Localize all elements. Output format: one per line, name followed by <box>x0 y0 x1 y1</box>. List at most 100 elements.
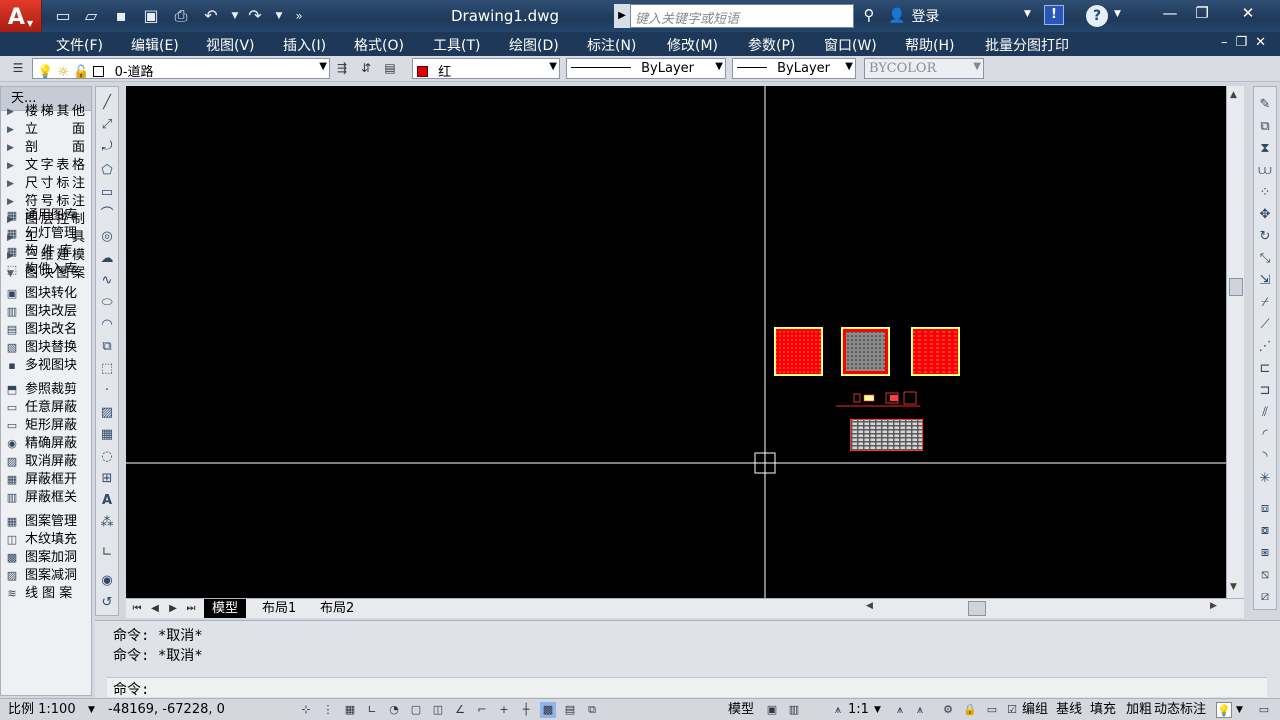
arc-icon[interactable]: ⌒ <box>99 207 115 223</box>
menu-parametric[interactable]: 参数(P) <box>748 35 795 55</box>
extend-icon[interactable]: ⟋ <box>1257 317 1273 333</box>
insert-block-icon[interactable]: ⧉ <box>99 339 115 355</box>
scroll-up-icon[interactable]: ▲ <box>1230 90 1237 100</box>
palette-category[interactable]: ▶ 立 面 <box>1 121 91 139</box>
rotate-icon[interactable]: ↻ <box>1257 229 1273 245</box>
app-menu-button[interactable]: A ▼ <box>0 0 42 34</box>
menu-file[interactable]: 文件(F) <box>56 35 103 55</box>
mirror-icon[interactable]: ⧗ <box>1257 141 1273 157</box>
quick-props-icon[interactable]: ▤ <box>562 702 578 718</box>
rectangle-icon[interactable]: ▭ <box>99 185 115 201</box>
quick-view-layouts-icon[interactable]: ▣ <box>764 702 780 718</box>
scroll-right-icon[interactable]: ▶ <box>1210 601 1217 611</box>
undo-icon[interactable]: ↶ <box>198 5 224 27</box>
menu-format[interactable]: 格式(O) <box>354 35 404 55</box>
ucs-icon[interactable]: ∟ <box>99 545 115 561</box>
menu-help[interactable]: 帮助(H) <box>905 35 954 55</box>
explode-icon[interactable]: ✳ <box>1257 471 1273 487</box>
plotstyle-combo[interactable]: BYCOLOR ▼ <box>864 58 984 79</box>
red-dashed-block[interactable] <box>913 329 958 374</box>
layer-previous-icon[interactable]: ⇵ <box>358 60 374 76</box>
dyn-icon[interactable]: + <box>496 702 512 718</box>
menu-batch-print[interactable]: 批量分图打印 <box>985 35 1069 55</box>
text-front-icon[interactable]: ⧄ <box>1257 589 1273 605</box>
palette-tool[interactable]: ≋ 线 图 案 <box>1 585 91 603</box>
search-input[interactable]: 键入关键字或短语 <box>630 4 854 28</box>
palette-tool[interactable]: ▦ 通用图库 <box>1 207 91 225</box>
draw-order-front-icon[interactable]: ⧈ <box>1257 501 1273 517</box>
erase-icon[interactable]: ✎ <box>1257 97 1273 113</box>
close-icon[interactable]: ✕ <box>1234 2 1262 24</box>
autoscale-icon[interactable]: ⩚ <box>912 702 928 718</box>
horizontal-scroll-thumb[interactable] <box>968 601 986 616</box>
menu-insert[interactable]: 插入(I) <box>283 35 326 55</box>
last-tab-icon[interactable]: ⏭ <box>184 601 198 616</box>
palette-tool[interactable]: ▭ 任意屏蔽 <box>1 399 91 417</box>
fillet-icon[interactable]: ◜ <box>1257 427 1273 443</box>
status-toggle-4[interactable]: 动态标注 <box>1154 701 1206 719</box>
ortho-icon[interactable]: ∟ <box>364 702 380 718</box>
status-toggle-0[interactable]: 编组 <box>1022 701 1048 719</box>
offset-icon[interactable]: ⩊ <box>1257 163 1273 179</box>
multiline-text-icon[interactable]: A <box>99 493 115 509</box>
break-at-point-icon[interactable]: ⋰ <box>1257 339 1273 355</box>
command-input[interactable]: 命令: <box>107 677 1267 698</box>
more-commands-icon[interactable]: » <box>286 5 312 27</box>
array-icon[interactable]: ⁘ <box>1257 185 1273 201</box>
status-toggle-1[interactable]: 基线 <box>1056 701 1082 719</box>
polar-icon[interactable]: ◔ <box>386 702 402 718</box>
toolbar-lock-icon[interactable]: 🔒 <box>962 702 978 718</box>
gradient-icon[interactable]: ▦ <box>99 427 115 443</box>
next-tab-icon[interactable]: ▶ <box>166 601 180 616</box>
workspace-gear-icon[interactable]: ⚙ <box>940 702 956 718</box>
open-file-icon[interactable]: ▱ <box>78 5 104 27</box>
palette-tool[interactable]: ▥ 屏蔽框关 <box>1 489 91 507</box>
make-block-icon[interactable]: ⬚ <box>99 361 115 377</box>
restore-icon[interactable]: ❐ <box>1188 2 1216 24</box>
menu-view[interactable]: 视图(V) <box>206 35 255 55</box>
palette-tool[interactable]: ▪ 多视图块 <box>1 357 91 375</box>
tab-model[interactable]: 模型 <box>204 599 247 618</box>
draw-order-back-icon[interactable]: ⧇ <box>1257 523 1273 539</box>
minimize-icon[interactable]: — <box>1156 2 1184 24</box>
palette-category[interactable]: ▶ 文字表格 <box>1 157 91 175</box>
grid-icon[interactable]: ▦ <box>342 702 358 718</box>
palette-tool[interactable]: ▧ 图块替换 <box>1 339 91 357</box>
palette-tool[interactable]: ▤ 图块改名 <box>1 321 91 339</box>
join-icon[interactable]: ⊐ <box>1257 383 1273 399</box>
ellipse-arc-icon[interactable]: ◠ <box>99 317 115 333</box>
point-icon[interactable]: · <box>99 383 115 399</box>
menu-window[interactable]: 窗口(W) <box>824 35 877 55</box>
blend-icon[interactable]: ◝ <box>1257 449 1273 465</box>
polyline-icon[interactable]: ⤾ <box>99 139 115 155</box>
spline-icon[interactable]: ∿ <box>99 273 115 289</box>
gray-hatched-block[interactable] <box>846 332 885 371</box>
ducs-icon[interactable]: ⌐ <box>474 702 490 718</box>
vertical-scrollbar[interactable]: ▲ ▼ <box>1226 86 1244 598</box>
palette-tool[interactable]: ⬒ 参照裁剪 <box>1 381 91 399</box>
otrack-icon[interactable]: ∠ <box>452 702 468 718</box>
menu-edit[interactable]: 编辑(E) <box>131 35 179 55</box>
palette-tool[interactable]: ▣ 图块转化 <box>1 285 91 303</box>
view-icon[interactable]: ◉ <box>99 573 115 589</box>
menu-dimension[interactable]: 标注(N) <box>587 35 636 55</box>
break-icon[interactable]: ⊏ <box>1257 361 1273 377</box>
revcloud-icon[interactable]: ☁ <box>99 251 115 267</box>
new-file-icon[interactable]: ▭ <box>50 5 76 27</box>
help-dropdown-icon[interactable]: ▼ <box>1114 9 1121 19</box>
line-icon[interactable]: ╱ <box>99 95 115 111</box>
make-current-layer-icon[interactable]: ⇶ <box>334 60 350 76</box>
first-tab-icon[interactable]: ⏮ <box>130 601 144 616</box>
send-under-icon[interactable]: ⧅ <box>1257 567 1273 583</box>
vertical-scroll-thumb[interactable] <box>1229 278 1243 296</box>
palette-tool[interactable]: ▦ 屏蔽框开 <box>1 471 91 489</box>
chevron-down-icon[interactable]: ▼ <box>1236 701 1243 719</box>
menu-tools[interactable]: 工具(T) <box>433 35 480 55</box>
linetype-combo[interactable]: ByLayer ▼ <box>566 58 726 79</box>
move-icon[interactable]: ✥ <box>1257 207 1273 223</box>
palette-tool[interactable]: ◫ 木纹填充 <box>1 531 91 549</box>
clean-screen-icon[interactable]: ▭ <box>1256 702 1272 718</box>
layer-manager-icon[interactable]: ☰ <box>10 60 26 76</box>
chamfer-icon[interactable]: ⫽ <box>1257 405 1273 421</box>
snap-icon[interactable]: ⋮ <box>320 702 336 718</box>
